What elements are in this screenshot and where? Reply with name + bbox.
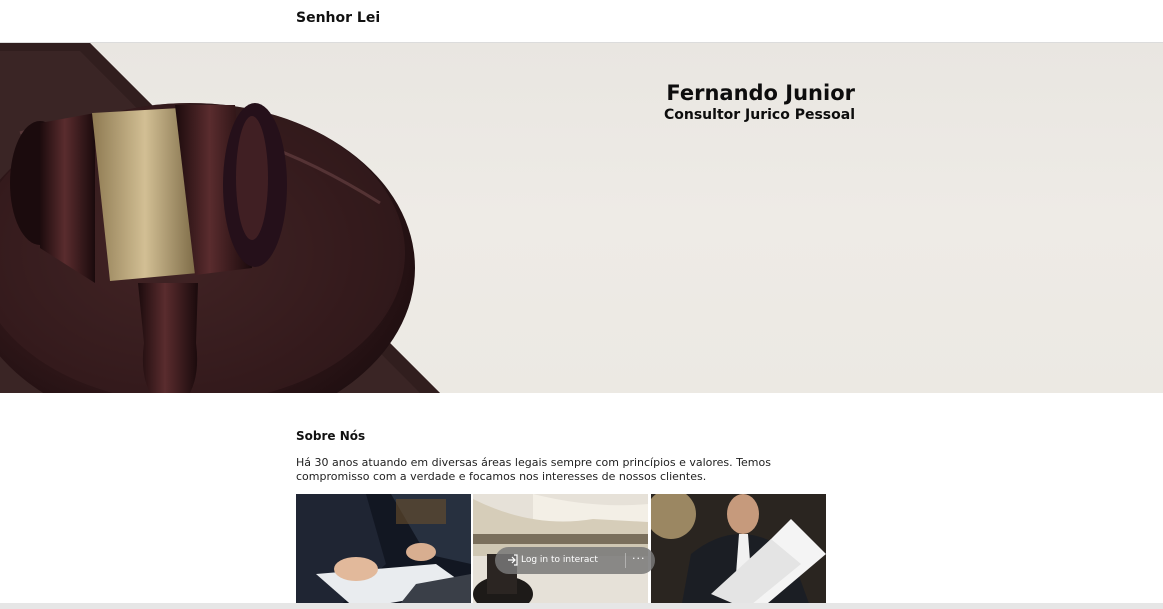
gallery-photo-signing[interactable]	[296, 494, 471, 609]
hero-title: Fernando Junior	[666, 81, 855, 105]
bottom-scroll-strip	[0, 603, 1163, 609]
gavel-image	[0, 43, 440, 393]
login-overlay-pill[interactable]: Log in to interact ···	[495, 547, 655, 574]
more-options-icon[interactable]: ···	[632, 552, 646, 565]
pill-divider	[625, 553, 626, 568]
site-brand[interactable]: Senhor Lei	[296, 10, 380, 26]
hero-banner: Fernando Junior Consultor Jurico Pessoal	[0, 43, 1163, 393]
hero-subtitle: Consultor Jurico Pessoal	[663, 107, 855, 123]
login-label[interactable]: Log in to interact	[521, 555, 598, 565]
top-navigation-bar: Senhor Lei	[0, 0, 1163, 43]
about-heading: Sobre Nós	[296, 429, 366, 443]
gallery-photo-documents[interactable]	[651, 494, 826, 609]
about-description: Há 30 anos atuando em diversas áreas leg…	[296, 456, 771, 483]
login-arrow-icon	[508, 554, 518, 566]
